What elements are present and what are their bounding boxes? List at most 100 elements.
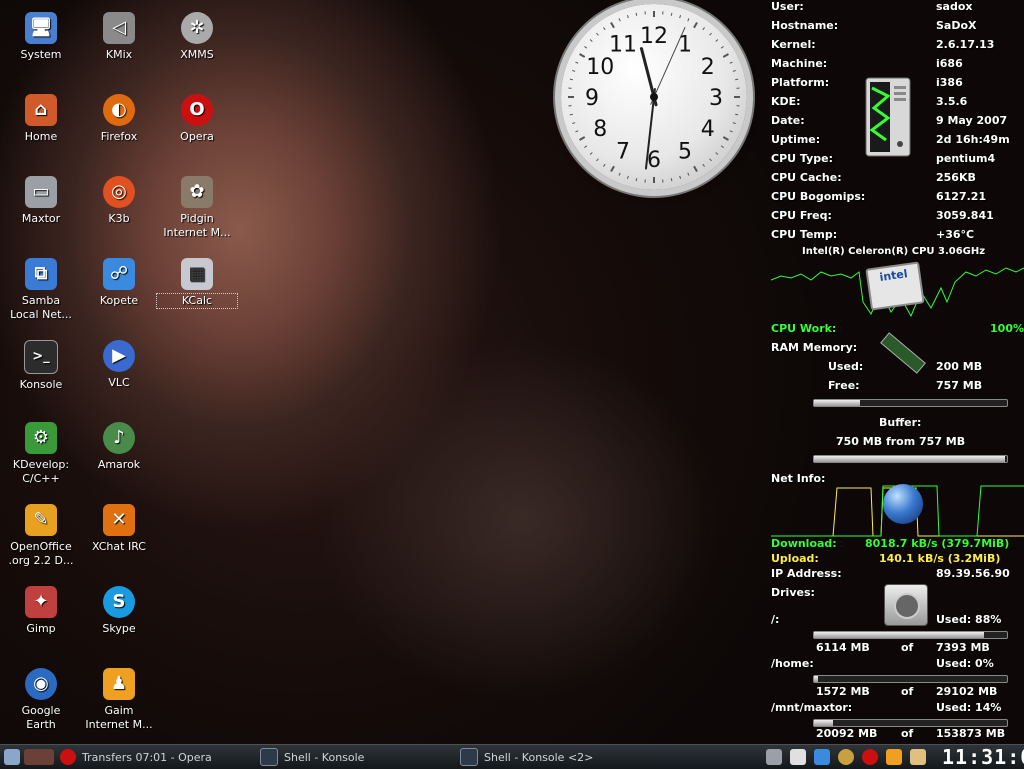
desktop-icon-google-earth[interactable]: ◉ Google Earth (1, 668, 81, 732)
kopete-tray-icon[interactable] (814, 749, 830, 765)
clock-tick (580, 54, 585, 57)
clock-tick (680, 15, 681, 18)
volume-icon[interactable] (766, 749, 782, 765)
clock-tick (735, 79, 738, 80)
icon-label: KMix (79, 48, 159, 62)
desktop-icon-k3b[interactable]: ◎ K3b (79, 176, 159, 226)
clock-center (650, 93, 658, 101)
drive-used: Used: 14% (936, 701, 1001, 714)
sysinfo-value: 2.6.17.13 (936, 38, 994, 51)
icon-label: Google Earth (1, 704, 81, 732)
ram-title-text: RAM Memory: (771, 341, 857, 354)
clock-tick (694, 166, 697, 171)
sysinfo-key: CPU Cache: (771, 171, 842, 184)
sysinfo-value: i386 (936, 76, 963, 89)
sysinfo-value: 3.5.6 (936, 95, 967, 108)
globe-icon (883, 484, 923, 524)
drive-maxtor-row: /mnt/maxtor: Used: 14% (771, 701, 1024, 717)
clock-tick (716, 153, 718, 155)
drive-used: Used: 88% (936, 613, 1001, 626)
clock-tick (636, 178, 637, 181)
desktop-icon-gimp[interactable]: ✦ Gimp (1, 586, 81, 636)
clock-tick (575, 62, 578, 63)
pager-thumbnail-icon (24, 749, 54, 765)
icon-label: Gaim Internet M... (79, 704, 159, 732)
desktop-icon-vlc[interactable]: ▶ VLC (79, 340, 159, 390)
clock-tick (575, 131, 578, 132)
sysinfo-key: Date: (771, 114, 805, 127)
desktop-icon-amarok[interactable]: ♪ Amarok (79, 422, 159, 472)
clock-number: 2 (701, 55, 715, 80)
drive-home-row: /home: Used: 0% (771, 657, 1024, 673)
desktop-icon-skype[interactable]: S Skype (79, 586, 159, 636)
drive-size: 1572 MB (816, 685, 870, 698)
desktop-icon-kopete[interactable]: ☍ Kopete (79, 258, 159, 308)
task-konsole-2[interactable]: Shell - Konsole <2> (460, 745, 593, 769)
icon-label: XChat IRC (79, 540, 159, 554)
desktop-icon (4, 749, 20, 765)
drive-of: of (901, 727, 913, 740)
desktop-icon-xchat[interactable]: ✕ XChat IRC (79, 504, 159, 554)
clipboard-icon[interactable] (790, 749, 806, 765)
sysinfo-value: SaDoX (936, 19, 977, 32)
clock-tick (733, 123, 736, 124)
taskbar-clock[interactable]: 11:31:04 (942, 745, 1024, 769)
ram-buffer-value: 750 MB from 757 MB (836, 435, 965, 448)
net-upload-value: 140.1 kB/s (3.2MiB) (879, 552, 1000, 565)
clock-number: 3 (709, 86, 723, 111)
icon-label: Samba Local Net... (1, 294, 81, 322)
desktop-icon-system[interactable]: 🖥 System (1, 12, 81, 62)
desktop-icon-konsole[interactable]: >_ Konsole (1, 340, 81, 392)
gaim-tray-icon[interactable] (886, 749, 902, 765)
icon-label: Kopete (79, 294, 159, 308)
desktop-icon-kdevelop[interactable]: ⚙ KDevelop: C/C++ (1, 422, 81, 486)
ram-buffer-row: Buffer: (771, 416, 1024, 432)
sysinfo-key: KDE: (771, 95, 801, 108)
desktop-icon-opera[interactable]: O Opera (157, 94, 237, 144)
desktop-icon-samba[interactable]: ⧉ Samba Local Net... (1, 258, 81, 322)
clock-tick (723, 54, 728, 57)
clock-tick (730, 62, 733, 63)
clock-tick (721, 46, 723, 48)
sysinfo-row: Uptime:2d 16h:49m (771, 133, 1024, 149)
clock-tick (671, 13, 672, 16)
clock-number: 12 (640, 24, 668, 49)
icon-label: Skype (79, 622, 159, 636)
openoffice-icon: ✎ (25, 504, 57, 536)
icon-label: VLC (79, 376, 159, 390)
desktop-icon-kcalc[interactable]: ▦ KCalc (157, 258, 237, 308)
desktop-icon-firefox[interactable]: ◐ Firefox (79, 94, 159, 144)
task-label: Shell - Konsole <2> (484, 751, 593, 764)
photo-tray-icon[interactable] (910, 749, 926, 765)
show-desktop-button[interactable] (4, 745, 20, 769)
desktop-icon-home[interactable]: ⌂ Home (1, 94, 81, 144)
sysinfo-key: CPU Type: (771, 152, 833, 165)
network-tray-icon[interactable] (838, 749, 854, 765)
opera-tray-icon[interactable] (862, 749, 878, 765)
sysinfo-value: sadox (936, 0, 973, 13)
net-download-value: 8018.7 kB/s (379.7MiB) (865, 537, 1009, 550)
home-icon: ⌂ (25, 94, 57, 126)
desktop-icon-xmms[interactable]: ✲ XMMS (157, 12, 237, 62)
desktop-icon-maxtor[interactable]: ▭ Maxtor (1, 176, 81, 226)
icon-label: KDevelop: C/C++ (1, 458, 81, 486)
ram-buffer-bar (813, 455, 1008, 463)
desktop-icon-pidgin[interactable]: ✿ Pidgin Internet M... (157, 176, 237, 240)
task-konsole-1[interactable]: Shell - Konsole (260, 745, 364, 769)
terminal-icon: >_ (24, 340, 58, 374)
pidgin-icon: ✿ (181, 176, 213, 208)
ram-free-label: Free: (828, 379, 860, 392)
pager-button[interactable] (24, 745, 54, 769)
drive-mount: /mnt/maxtor: (771, 701, 852, 714)
clock-tick (619, 18, 620, 21)
desktop-icon-gaim[interactable]: ♟ Gaim Internet M... (79, 668, 159, 732)
desktop-icon-kmix[interactable]: ◁ KMix (79, 12, 159, 62)
disc-burner-icon: ◎ (103, 176, 135, 208)
analog-clock[interactable]: 121234567891011 (561, 4, 747, 190)
ram-buffer-value-row: 750 MB from 757 MB (771, 435, 1024, 451)
drive-root-row: /: Used: 88% (771, 613, 1024, 629)
sysinfo-row: Machine:i686 (771, 57, 1024, 73)
globe-icon: ◉ (25, 668, 57, 700)
desktop-icon-openoffice[interactable]: ✎ OpenOffice .org 2.2 D... (1, 504, 81, 568)
task-opera[interactable]: Transfers 07:01 - Opera (60, 745, 212, 769)
